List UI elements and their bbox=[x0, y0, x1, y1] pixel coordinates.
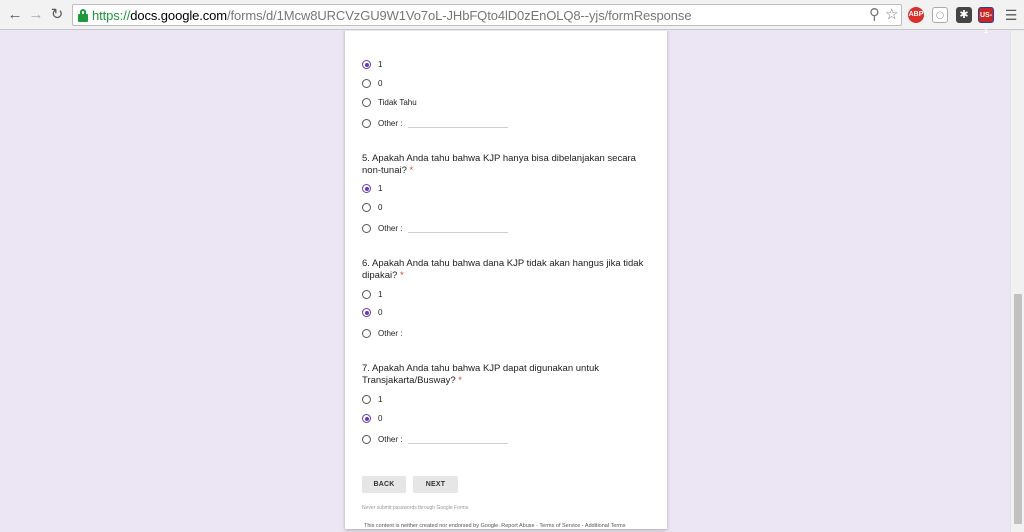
radio-icon[interactable] bbox=[362, 329, 371, 338]
reload-icon[interactable]: ↻ bbox=[48, 6, 66, 24]
back-button[interactable]: BACK bbox=[362, 476, 406, 493]
bookmark-star-icon[interactable]: ☆ bbox=[885, 6, 898, 24]
option-label: 1 bbox=[378, 184, 383, 193]
page-viewport: 1 0 Tidak Tahu Other : 5. Apakah Anda ta… bbox=[0, 31, 1010, 532]
option-label: 0 bbox=[378, 308, 383, 317]
other-text-input[interactable] bbox=[408, 127, 508, 128]
option-label: 0 bbox=[378, 79, 383, 88]
address-bar[interactable]: https://docs.google.com/forms/d/1Mcw8URC… bbox=[72, 4, 902, 26]
url-path: /forms/d/1Mcw8URCVzGU9W1Vo7oL-JHbFQto4lD… bbox=[227, 8, 692, 23]
radio-icon[interactable] bbox=[362, 203, 371, 212]
option-label: 0 bbox=[378, 203, 383, 212]
required-mark: * bbox=[400, 270, 404, 281]
other-text-input[interactable] bbox=[408, 232, 508, 233]
password-notice: Never submit passwords through Google Fo… bbox=[362, 505, 470, 511]
url-text[interactable]: https://docs.google.com/forms/d/1Mcw8URC… bbox=[92, 8, 692, 23]
back-arrow-icon[interactable]: ← bbox=[6, 6, 24, 24]
lock-icon bbox=[78, 9, 88, 22]
option-label: Other : bbox=[378, 119, 403, 128]
puzzle-extension-icon[interactable]: ✱ bbox=[956, 7, 972, 23]
required-mark: * bbox=[458, 375, 462, 386]
menu-icon[interactable]: ☰ bbox=[1002, 6, 1020, 24]
option-label: 1 bbox=[378, 290, 383, 299]
us-extension-icon[interactable]: US-1 bbox=[978, 7, 994, 35]
option-label: Other : bbox=[378, 329, 403, 338]
option-label: 1 bbox=[378, 395, 383, 404]
radio-icon[interactable] bbox=[362, 395, 371, 404]
other-text-input[interactable] bbox=[408, 443, 508, 444]
radio-icon[interactable] bbox=[362, 290, 371, 299]
q7-title: 7. Apakah Anda tahu bahwa KJP dapat digu… bbox=[362, 363, 652, 387]
radio-checked-icon[interactable] bbox=[362, 60, 371, 69]
search-icon[interactable]: ⚲ bbox=[869, 6, 880, 24]
option-label: Other : bbox=[378, 435, 403, 444]
radio-checked-icon[interactable] bbox=[362, 414, 371, 423]
radio-icon[interactable] bbox=[362, 98, 371, 107]
url-host: docs.google.com bbox=[130, 8, 228, 23]
vertical-scrollbar[interactable] bbox=[1010, 31, 1024, 532]
q6-title: 6. Apakah Anda tahu bahwa dana KJP tidak… bbox=[362, 258, 652, 282]
radio-checked-icon[interactable] bbox=[362, 308, 371, 317]
option-label: 1 bbox=[378, 60, 383, 69]
scrollbar-thumb[interactable] bbox=[1014, 294, 1022, 524]
next-button[interactable]: NEXT bbox=[413, 476, 458, 493]
question-text: 5. Apakah Anda tahu bahwa KJP hanya bisa… bbox=[362, 153, 636, 176]
shield-extension-icon[interactable]: ◯ bbox=[932, 7, 948, 23]
adblock-extension-icon[interactable]: ABP bbox=[908, 7, 924, 23]
footer-disclaimer[interactable]: This content is neither created nor endo… bbox=[364, 523, 626, 529]
radio-icon[interactable] bbox=[362, 224, 371, 233]
url-scheme: https:// bbox=[92, 8, 131, 23]
option-label: Tidak Tahu bbox=[378, 98, 417, 107]
radio-icon[interactable] bbox=[362, 79, 371, 88]
option-label: Other : bbox=[378, 224, 403, 233]
required-mark: * bbox=[409, 165, 414, 176]
browser-toolbar: ← → ↻ https://docs.google.com/forms/d/1M… bbox=[0, 0, 1024, 35]
radio-checked-icon[interactable] bbox=[362, 184, 371, 193]
option-label: 0 bbox=[378, 414, 383, 423]
radio-icon[interactable] bbox=[362, 435, 371, 444]
question-text: 7. Apakah Anda tahu bahwa KJP dapat digu… bbox=[362, 363, 599, 386]
form-card: 1 0 Tidak Tahu Other : 5. Apakah Anda ta… bbox=[345, 31, 667, 529]
q5-title: 5. Apakah Anda tahu bahwa KJP hanya bisa… bbox=[362, 153, 652, 177]
question-text: 6. Apakah Anda tahu bahwa dana KJP tidak… bbox=[362, 258, 644, 281]
forward-arrow-icon[interactable]: → bbox=[27, 6, 45, 24]
radio-icon[interactable] bbox=[362, 119, 371, 128]
